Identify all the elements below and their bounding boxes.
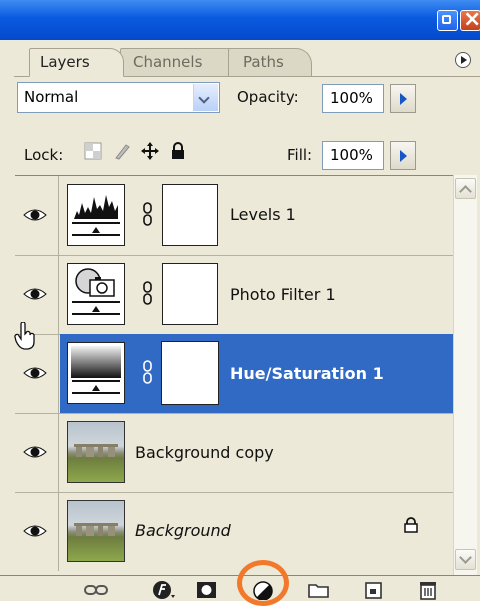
chevron-down-icon[interactable] (193, 84, 218, 111)
minimize-button[interactable] (437, 10, 458, 31)
landscape-photo-icon (74, 523, 118, 536)
palette-menu-button[interactable] (455, 52, 471, 68)
link-icon[interactable] (143, 202, 152, 226)
lock-all-icon[interactable] (170, 142, 186, 160)
layer-name: Levels 1 (230, 205, 296, 224)
tab-paths-label: Paths (243, 53, 284, 71)
tab-layers[interactable]: Layers (29, 48, 124, 77)
levels-histogram-icon (72, 195, 120, 236)
layer-image-thumbnail (67, 500, 125, 562)
lock-transparent-pixels-icon[interactable] (84, 142, 102, 160)
photo-filter-adjustment-thumbnail (67, 263, 125, 325)
title-bar (0, 0, 480, 40)
layer-style-icon[interactable] (152, 580, 176, 600)
levels-adjustment-thumbnail (67, 184, 125, 246)
visibility-toggle[interactable] (15, 176, 59, 255)
eye-icon (23, 367, 47, 379)
hand-cursor-icon (14, 322, 35, 350)
layer-name: Background copy (135, 443, 274, 462)
close-button[interactable] (460, 7, 480, 32)
tab-channels-label: Channels (133, 53, 203, 71)
eye-icon (23, 288, 47, 300)
layers-bottom-toolbar (0, 575, 480, 601)
fill-field[interactable]: 100% (322, 141, 384, 170)
hue-saturation-icon (71, 346, 121, 394)
blend-mode-select[interactable]: Normal (17, 82, 220, 113)
layer-row-photo-filter-1[interactable]: Photo Filter 1 (15, 255, 453, 335)
layers-list: Levels 1 Photo Filter 1 Hue/Saturation 1… (15, 175, 453, 576)
layers-scrollbar[interactable] (453, 175, 477, 575)
opacity-label: Opacity: (237, 88, 299, 106)
layer-row-background[interactable]: Background (15, 492, 453, 572)
layer-name: Photo Filter 1 (230, 285, 336, 304)
visibility-toggle[interactable] (15, 492, 59, 571)
layer-row-hue-saturation-1[interactable]: Hue/Saturation 1 (15, 334, 453, 414)
layer-mask-thumbnail[interactable] (162, 184, 218, 246)
opacity-field[interactable]: 100% (322, 84, 384, 113)
lock-label: Lock: (24, 146, 64, 164)
blend-mode-value: Normal (24, 88, 79, 106)
landscape-photo-icon (74, 444, 118, 457)
tab-channels[interactable]: Channels (120, 48, 244, 76)
layer-name: Hue/Saturation 1 (230, 364, 384, 383)
fill-label: Fill: (287, 146, 313, 164)
layer-row-background-copy[interactable]: Background copy (15, 413, 453, 493)
lock-position-icon[interactable] (141, 142, 159, 160)
scroll-down-button[interactable] (455, 549, 476, 570)
delete-layer-icon[interactable] (418, 580, 438, 600)
layer-mask-thumbnail[interactable] (162, 263, 218, 325)
eye-icon (23, 525, 47, 537)
fill-slider-button[interactable] (390, 141, 416, 170)
tab-paths[interactable]: Paths (228, 48, 312, 76)
layer-name: Background (135, 521, 231, 540)
link-icon[interactable] (143, 360, 152, 384)
new-layer-icon[interactable] (364, 580, 384, 600)
layer-mask-thumbnail[interactable] (161, 341, 219, 405)
layer-row-levels-1[interactable]: Levels 1 (15, 176, 453, 256)
visibility-toggle[interactable] (15, 413, 59, 492)
link-icon[interactable] (143, 281, 152, 305)
add-mask-icon[interactable] (196, 580, 218, 600)
layers-palette: Channels Paths Layers Normal Opacity: 10… (0, 0, 480, 606)
hue-saturation-adjustment-thumbnail (67, 342, 125, 404)
new-group-icon[interactable] (308, 580, 330, 600)
photo-filter-icon (72, 268, 120, 315)
scroll-up-button[interactable] (455, 178, 476, 199)
opacity-slider-button[interactable] (390, 84, 416, 113)
eye-icon (23, 446, 47, 458)
layer-image-thumbnail (67, 421, 125, 483)
link-layers-icon[interactable] (84, 580, 108, 600)
tab-layers-label: Layers (40, 53, 90, 71)
eye-icon (23, 209, 47, 221)
lock-image-pixels-icon[interactable] (113, 142, 131, 160)
panel-left-edge (0, 40, 14, 575)
new-adjustment-layer-icon[interactable] (252, 580, 274, 600)
lock-icon (404, 517, 418, 533)
